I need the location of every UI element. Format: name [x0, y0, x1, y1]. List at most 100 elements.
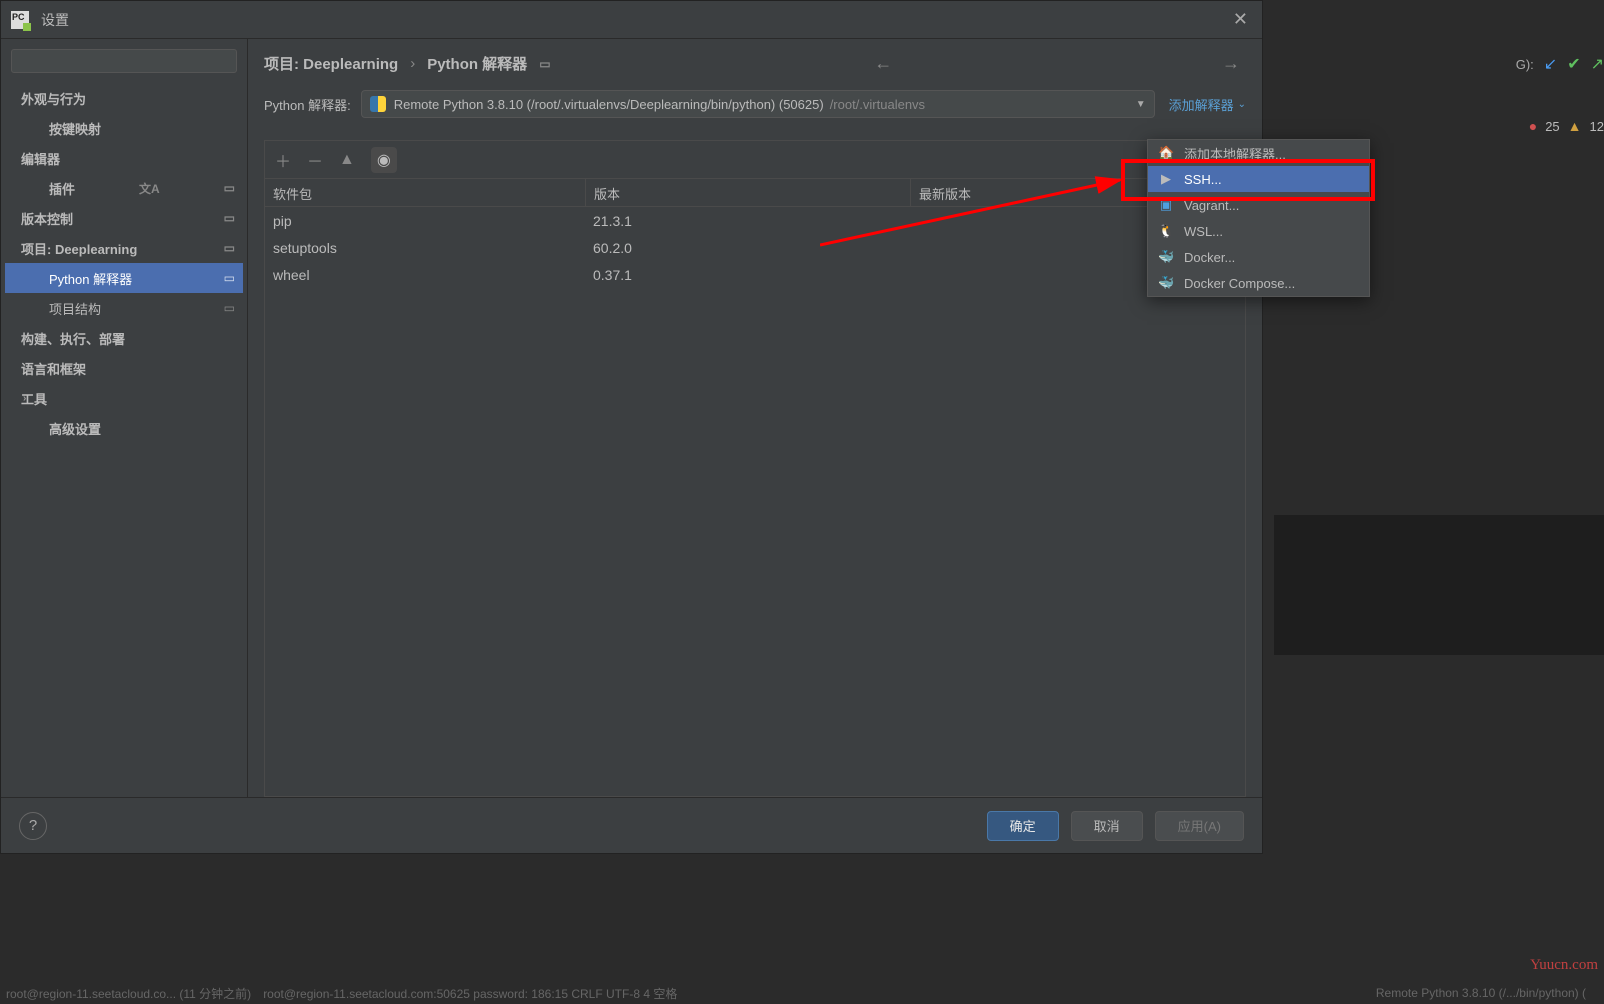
- close-button[interactable]: ✕: [1229, 9, 1252, 30]
- nav-forward-button[interactable]: →: [1216, 53, 1246, 74]
- remove-package-button[interactable]: －: [307, 148, 323, 172]
- chevron-icon: ›: [23, 93, 26, 104]
- sidebar-item-6[interactable]: Python 解释器▭: [5, 263, 243, 293]
- breadcrumb-sep: ›: [410, 55, 415, 72]
- bg-dark-panel: [1274, 515, 1604, 655]
- upgrade-package-button[interactable]: ▲: [339, 151, 355, 169]
- editor-status-bar: G): ↙ ✔ ↗: [1516, 52, 1604, 76]
- col-version-header[interactable]: 版本: [585, 179, 910, 206]
- chevron-icon: ›: [23, 153, 26, 164]
- nav-back-button[interactable]: ←: [868, 53, 898, 74]
- help-button[interactable]: ?: [19, 812, 47, 840]
- pkg-version: 21.3.1: [585, 213, 910, 229]
- dropdown-item-label: Docker...: [1184, 250, 1235, 265]
- sidebar-item-1[interactable]: 按键映射: [5, 113, 243, 143]
- chevron-icon: ›: [23, 393, 26, 404]
- dialog-titlebar: 设置 ✕: [1, 1, 1262, 39]
- chevron-icon: ⌄: [23, 243, 31, 254]
- sidebar-item-9[interactable]: ›语言和框架: [5, 353, 243, 383]
- add-interpreter-label: 添加解释器: [1169, 95, 1234, 114]
- apply-button[interactable]: 应用(A): [1155, 811, 1244, 841]
- chevron-icon: ›: [23, 213, 26, 224]
- sidebar-item-11[interactable]: 高级设置: [5, 413, 243, 443]
- check-icon: ✔: [1567, 54, 1580, 74]
- dropdown-item-home[interactable]: 🏠添加本地解释器...: [1148, 140, 1369, 166]
- sidebar-item-label: 高级设置: [49, 419, 101, 438]
- sidebar-item-label: 版本控制: [21, 209, 73, 228]
- interpreter-select[interactable]: Remote Python 3.8.10 (/root/.virtualenvs…: [361, 90, 1155, 118]
- interpreter-row: Python 解释器: Remote Python 3.8.10 (/root/…: [248, 90, 1262, 128]
- package-row[interactable]: wheel0.37.1: [265, 261, 1245, 288]
- wsl-icon: 🐧: [1158, 223, 1174, 239]
- chevron-down-icon: ⌄: [1238, 99, 1246, 110]
- sidebar-item-label: 插件: [49, 179, 75, 198]
- sidebar-item-4[interactable]: ›版本控制▭: [5, 203, 243, 233]
- add-package-button[interactable]: ＋: [275, 148, 291, 172]
- dropdown-item-docker[interactable]: 🐳Docker Compose...: [1148, 270, 1369, 296]
- sidebar-item-label: 项目结构: [49, 299, 101, 318]
- status-mid: root@region-11.seetacloud.com:50625 pass…: [263, 985, 677, 1002]
- warning-icon: ▲: [1568, 118, 1582, 134]
- package-row[interactable]: setuptools60.2.0: [265, 234, 1245, 261]
- sidebar-item-label: 语言和框架: [21, 359, 86, 378]
- project-badge-icon: ▭: [224, 271, 235, 285]
- watermark: Yuucn.com: [1530, 957, 1598, 974]
- breadcrumb: 项目: Deeplearning › Python 解释器 ▭ ← →: [248, 53, 1262, 90]
- settings-sidebar: 🔍 ›外观与行为按键映射›编辑器插件文A▭›版本控制▭⌄项目: Deeplear…: [1, 39, 248, 797]
- sidebar-item-label: 按键映射: [49, 119, 101, 138]
- vagrant-icon: ▣: [1158, 197, 1174, 213]
- search-input[interactable]: [11, 49, 237, 73]
- dropdown-item-wsl[interactable]: 🐧WSL...: [1148, 218, 1369, 244]
- bg-label: G):: [1516, 57, 1534, 72]
- warning-count: 12: [1590, 119, 1604, 134]
- packages-toolbar: ＋ － ▲ ◉: [265, 141, 1245, 179]
- interpreter-path: /root/.virtualenvs: [830, 97, 925, 112]
- cancel-button[interactable]: 取消: [1071, 811, 1143, 841]
- sidebar-item-0[interactable]: ›外观与行为: [5, 83, 243, 113]
- expand-icon: ↗: [1591, 54, 1604, 74]
- package-row[interactable]: pip21.3.1: [265, 207, 1245, 234]
- docker-icon: 🐳: [1158, 249, 1174, 265]
- sidebar-item-8[interactable]: ›构建、执行、部署: [5, 323, 243, 353]
- project-badge-icon: ▭: [224, 301, 235, 315]
- breadcrumb-parent[interactable]: 项目: Deeplearning: [264, 53, 398, 74]
- status-left: root@region-11.seetacloud.co... (11 分钟之前…: [6, 985, 251, 1002]
- ide-status-bar: root@region-11.seetacloud.co... (11 分钟之前…: [0, 982, 1604, 1004]
- show-early-releases-button[interactable]: ◉: [371, 147, 397, 173]
- sidebar-item-7[interactable]: 项目结构 ▭: [5, 293, 243, 323]
- dropdown-item-play[interactable]: ▶SSH...: [1148, 166, 1369, 192]
- sidebar-item-5[interactable]: ⌄项目: Deeplearning ▭: [5, 233, 243, 263]
- dropdown-item-docker[interactable]: 🐳 Docker...: [1148, 244, 1369, 270]
- pkg-name: setuptools: [265, 240, 585, 256]
- sidebar-item-label: 构建、执行、部署: [21, 329, 125, 348]
- interpreter-selected: Remote Python 3.8.10 (/root/.virtualenvs…: [394, 97, 824, 112]
- error-count: 25: [1545, 119, 1559, 134]
- add-interpreter-dropdown: 🏠添加本地解释器...▶SSH...▣Vagrant...🐧WSL...🐳Doc…: [1147, 139, 1370, 297]
- interpreter-label: Python 解释器:: [264, 95, 351, 114]
- sidebar-item-3[interactable]: 插件文A▭: [5, 173, 243, 203]
- pkg-name: wheel: [265, 267, 585, 283]
- editor-problem-indicators: ● 25 ▲ 12: [1529, 118, 1604, 134]
- sidebar-item-10[interactable]: ›工具: [5, 383, 243, 413]
- packages-rows: pip21.3.1setuptools60.2.0wheel0.37.1: [265, 207, 1245, 796]
- sidebar-item-2[interactable]: ›编辑器: [5, 143, 243, 173]
- settings-dialog: 设置 ✕ 🔍 ›外观与行为按键映射›编辑器插件文A▭›版本控制▭⌄项目: Dee…: [0, 0, 1263, 854]
- sidebar-item-label: 项目: Deeplearning: [21, 239, 137, 258]
- pkg-name: pip: [265, 213, 585, 229]
- add-interpreter-link[interactable]: 添加解释器 ⌄: [1169, 95, 1246, 114]
- col-name-header[interactable]: 软件包: [265, 179, 585, 206]
- settings-main: 项目: Deeplearning › Python 解释器 ▭ ← → Pyth…: [248, 39, 1262, 797]
- dropdown-item-vagrant[interactable]: ▣Vagrant...: [1148, 192, 1369, 218]
- breadcrumb-badge-icon: ▭: [539, 57, 550, 71]
- chevron-icon: ›: [23, 363, 26, 374]
- dialog-footer: ? 确定 取消 应用(A): [1, 797, 1262, 853]
- docker-icon: 🐳: [1158, 275, 1174, 291]
- pycharm-logo-icon: [11, 11, 29, 29]
- home-icon: 🏠: [1158, 145, 1174, 161]
- project-badge-icon: ▭: [224, 241, 235, 255]
- sidebar-item-label: 外观与行为: [21, 89, 86, 108]
- packages-header: 软件包 版本 最新版本: [265, 179, 1245, 207]
- python-icon: [370, 96, 386, 112]
- ok-button[interactable]: 确定: [987, 811, 1059, 841]
- sidebar-item-label: 编辑器: [21, 149, 60, 168]
